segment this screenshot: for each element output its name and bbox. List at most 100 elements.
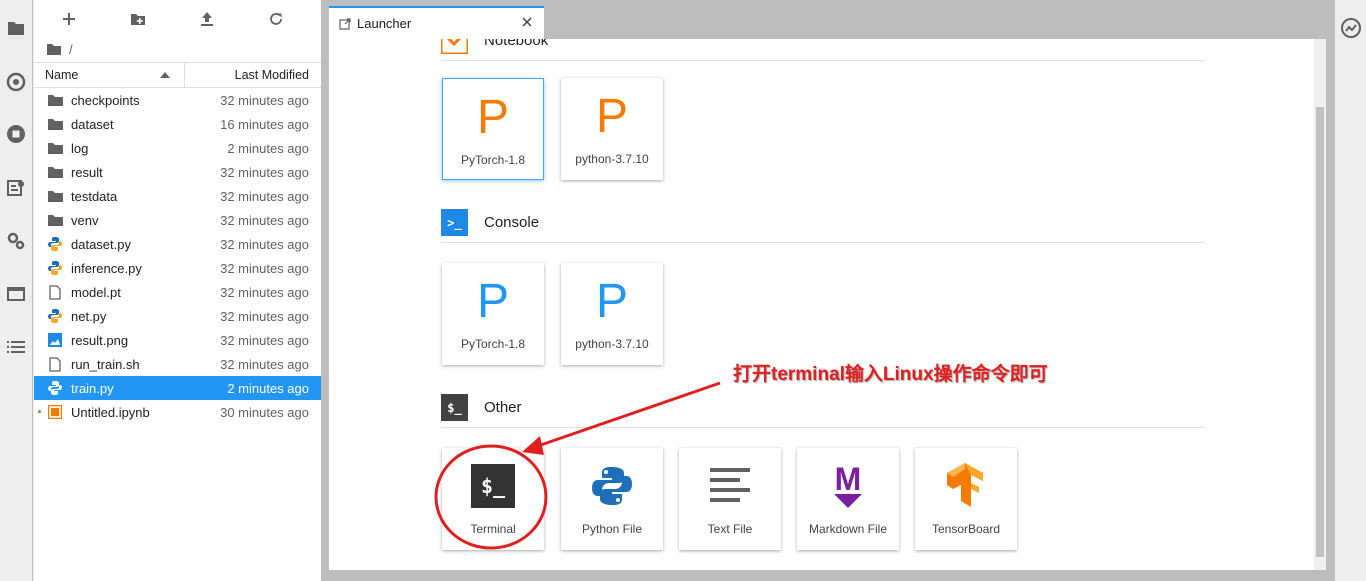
file-modified: 2 minutes ago bbox=[227, 140, 309, 156]
file-name: checkpoints bbox=[71, 92, 140, 108]
file-modified: 32 minutes ago bbox=[220, 284, 309, 300]
launch-icon bbox=[339, 17, 351, 30]
name-column-header[interactable]: Name bbox=[34, 63, 185, 87]
new-folder-icon bbox=[130, 14, 145, 25]
console-section-icon: >_ bbox=[441, 209, 468, 236]
file-name: log bbox=[71, 140, 89, 156]
tab-launcher[interactable]: Launcher bbox=[329, 6, 544, 39]
stop-circle-icon[interactable] bbox=[4, 122, 28, 146]
file-row[interactable]: result.png 32 minutes ago bbox=[34, 328, 321, 352]
python-file-card[interactable]: Python File bbox=[561, 448, 663, 550]
file-browser-tab-icon[interactable] bbox=[4, 16, 28, 40]
right-sidebar bbox=[1334, 0, 1366, 581]
upload-button[interactable] bbox=[190, 6, 224, 32]
markdown-icon: M bbox=[834, 460, 862, 512]
plus-icon bbox=[62, 13, 75, 25]
kernel-letter-icon: P bbox=[476, 274, 509, 328]
file-icon bbox=[47, 284, 63, 300]
kernel-letter-icon: P bbox=[476, 90, 509, 144]
file-row[interactable]: model.pt 32 minutes ago bbox=[34, 280, 321, 304]
terminal-icon: $_ bbox=[471, 460, 515, 512]
notebook-card-pytorch[interactable]: P PyTorch-1.8 bbox=[442, 78, 544, 180]
file-browser-panel: / Name Last Modified checkpoints 32 minut… bbox=[34, 0, 321, 581]
notebook-section-header: Notebook bbox=[441, 39, 1205, 61]
terminal-card[interactable]: $_ Terminal bbox=[442, 448, 544, 550]
kernel-letter-icon: P bbox=[595, 274, 628, 328]
new-launcher-button[interactable] bbox=[52, 6, 86, 32]
folder-icon bbox=[47, 116, 63, 132]
breadcrumb: / bbox=[34, 38, 321, 60]
open-tabs-icon[interactable] bbox=[4, 282, 28, 306]
file-name: train.py bbox=[71, 380, 114, 396]
home-folder-icon[interactable] bbox=[47, 43, 61, 55]
notebook-section-icon bbox=[441, 39, 468, 54]
file-row[interactable]: checkpoints 32 minutes ago bbox=[34, 88, 321, 112]
refresh-icon bbox=[270, 13, 283, 25]
file-modified: 32 minutes ago bbox=[220, 308, 309, 324]
property-inspector-icon[interactable] bbox=[1341, 18, 1361, 43]
file-name: dataset bbox=[71, 116, 114, 132]
file-row[interactable]: venv 32 minutes ago bbox=[34, 208, 321, 232]
file-row[interactable]: Untitled.ipynb 30 minutes ago bbox=[34, 400, 321, 424]
name-column-label: Name bbox=[45, 68, 79, 82]
file-modified: 32 minutes ago bbox=[220, 188, 309, 204]
folder-icon bbox=[47, 188, 63, 204]
file-modified: 32 minutes ago bbox=[220, 236, 309, 252]
card-label: Python File bbox=[581, 522, 643, 536]
main-dock-area: Launcher Notebook P PyTorch-1.8 P python… bbox=[321, 0, 1334, 581]
jupyterlab-window: / Name Last Modified checkpoints 32 minut… bbox=[0, 0, 1366, 581]
launcher-scrollbar[interactable] bbox=[1314, 39, 1326, 570]
refresh-button[interactable] bbox=[259, 6, 293, 32]
file-name: Untitled.ipynb bbox=[71, 404, 150, 420]
tab-close-button[interactable] bbox=[520, 15, 534, 29]
folder-icon bbox=[47, 92, 63, 108]
other-section-header: $_ Other bbox=[441, 388, 1205, 428]
file-row[interactable]: dataset.py 32 minutes ago bbox=[34, 232, 321, 256]
card-label: PyTorch-1.8 bbox=[460, 153, 526, 167]
file-name: result.png bbox=[71, 332, 129, 348]
file-row[interactable]: net.py 32 minutes ago bbox=[34, 304, 321, 328]
card-label: Markdown File bbox=[808, 522, 888, 536]
card-label: Terminal bbox=[470, 522, 516, 536]
extension-manager-icon[interactable] bbox=[4, 176, 28, 200]
console-card-pytorch[interactable]: P PyTorch-1.8 bbox=[442, 263, 544, 365]
python-file-icon bbox=[47, 380, 63, 396]
file-row[interactable]: testdata 32 minutes ago bbox=[34, 184, 321, 208]
card-label: PyTorch-1.8 bbox=[460, 337, 526, 351]
left-activity-bar bbox=[0, 0, 33, 581]
file-list-header: Name Last Modified bbox=[34, 62, 321, 88]
table-of-contents-icon[interactable] bbox=[4, 335, 28, 359]
folder-icon bbox=[47, 212, 63, 228]
file-modified: 2 minutes ago bbox=[227, 380, 309, 396]
tensorflow-logo-icon bbox=[943, 460, 989, 512]
file-row[interactable]: log 2 minutes ago bbox=[34, 136, 321, 160]
upload-icon bbox=[201, 12, 214, 26]
launcher-panel: Notebook P PyTorch-1.8 P python-3.7.10 >… bbox=[329, 39, 1326, 570]
file-icon bbox=[47, 356, 63, 372]
scrollbar-thumb[interactable] bbox=[1316, 107, 1324, 557]
settings-gears-icon[interactable] bbox=[4, 229, 28, 253]
tensorboard-card[interactable]: TensorBoard bbox=[915, 448, 1017, 550]
modified-column-header[interactable]: Last Modified bbox=[185, 68, 321, 82]
file-row[interactable]: inference.py 32 minutes ago bbox=[34, 256, 321, 280]
new-folder-button[interactable] bbox=[121, 6, 155, 32]
file-modified: 32 minutes ago bbox=[220, 356, 309, 372]
text-lines-icon bbox=[710, 460, 750, 512]
file-row[interactable]: result 32 minutes ago bbox=[34, 160, 321, 184]
breadcrumb-path[interactable]: / bbox=[69, 42, 73, 57]
python-file-icon bbox=[47, 308, 63, 324]
card-label: python-3.7.10 bbox=[575, 337, 649, 351]
markdown-file-card[interactable]: M Markdown File bbox=[797, 448, 899, 550]
file-row[interactable]: dataset 16 minutes ago bbox=[34, 112, 321, 136]
card-label: TensorBoard bbox=[931, 522, 1001, 536]
running-sessions-tab-icon[interactable] bbox=[4, 70, 28, 94]
text-file-card[interactable]: Text File bbox=[679, 448, 781, 550]
image-file-icon bbox=[47, 332, 63, 348]
notebook-card-python[interactable]: P python-3.7.10 bbox=[561, 78, 663, 180]
file-name: inference.py bbox=[71, 260, 142, 276]
console-card-python[interactable]: P python-3.7.10 bbox=[561, 263, 663, 365]
file-row[interactable]: train.py 2 minutes ago bbox=[34, 376, 321, 400]
folder-icon bbox=[47, 164, 63, 180]
file-name: net.py bbox=[71, 308, 107, 324]
file-row[interactable]: run_train.sh 32 minutes ago bbox=[34, 352, 321, 376]
